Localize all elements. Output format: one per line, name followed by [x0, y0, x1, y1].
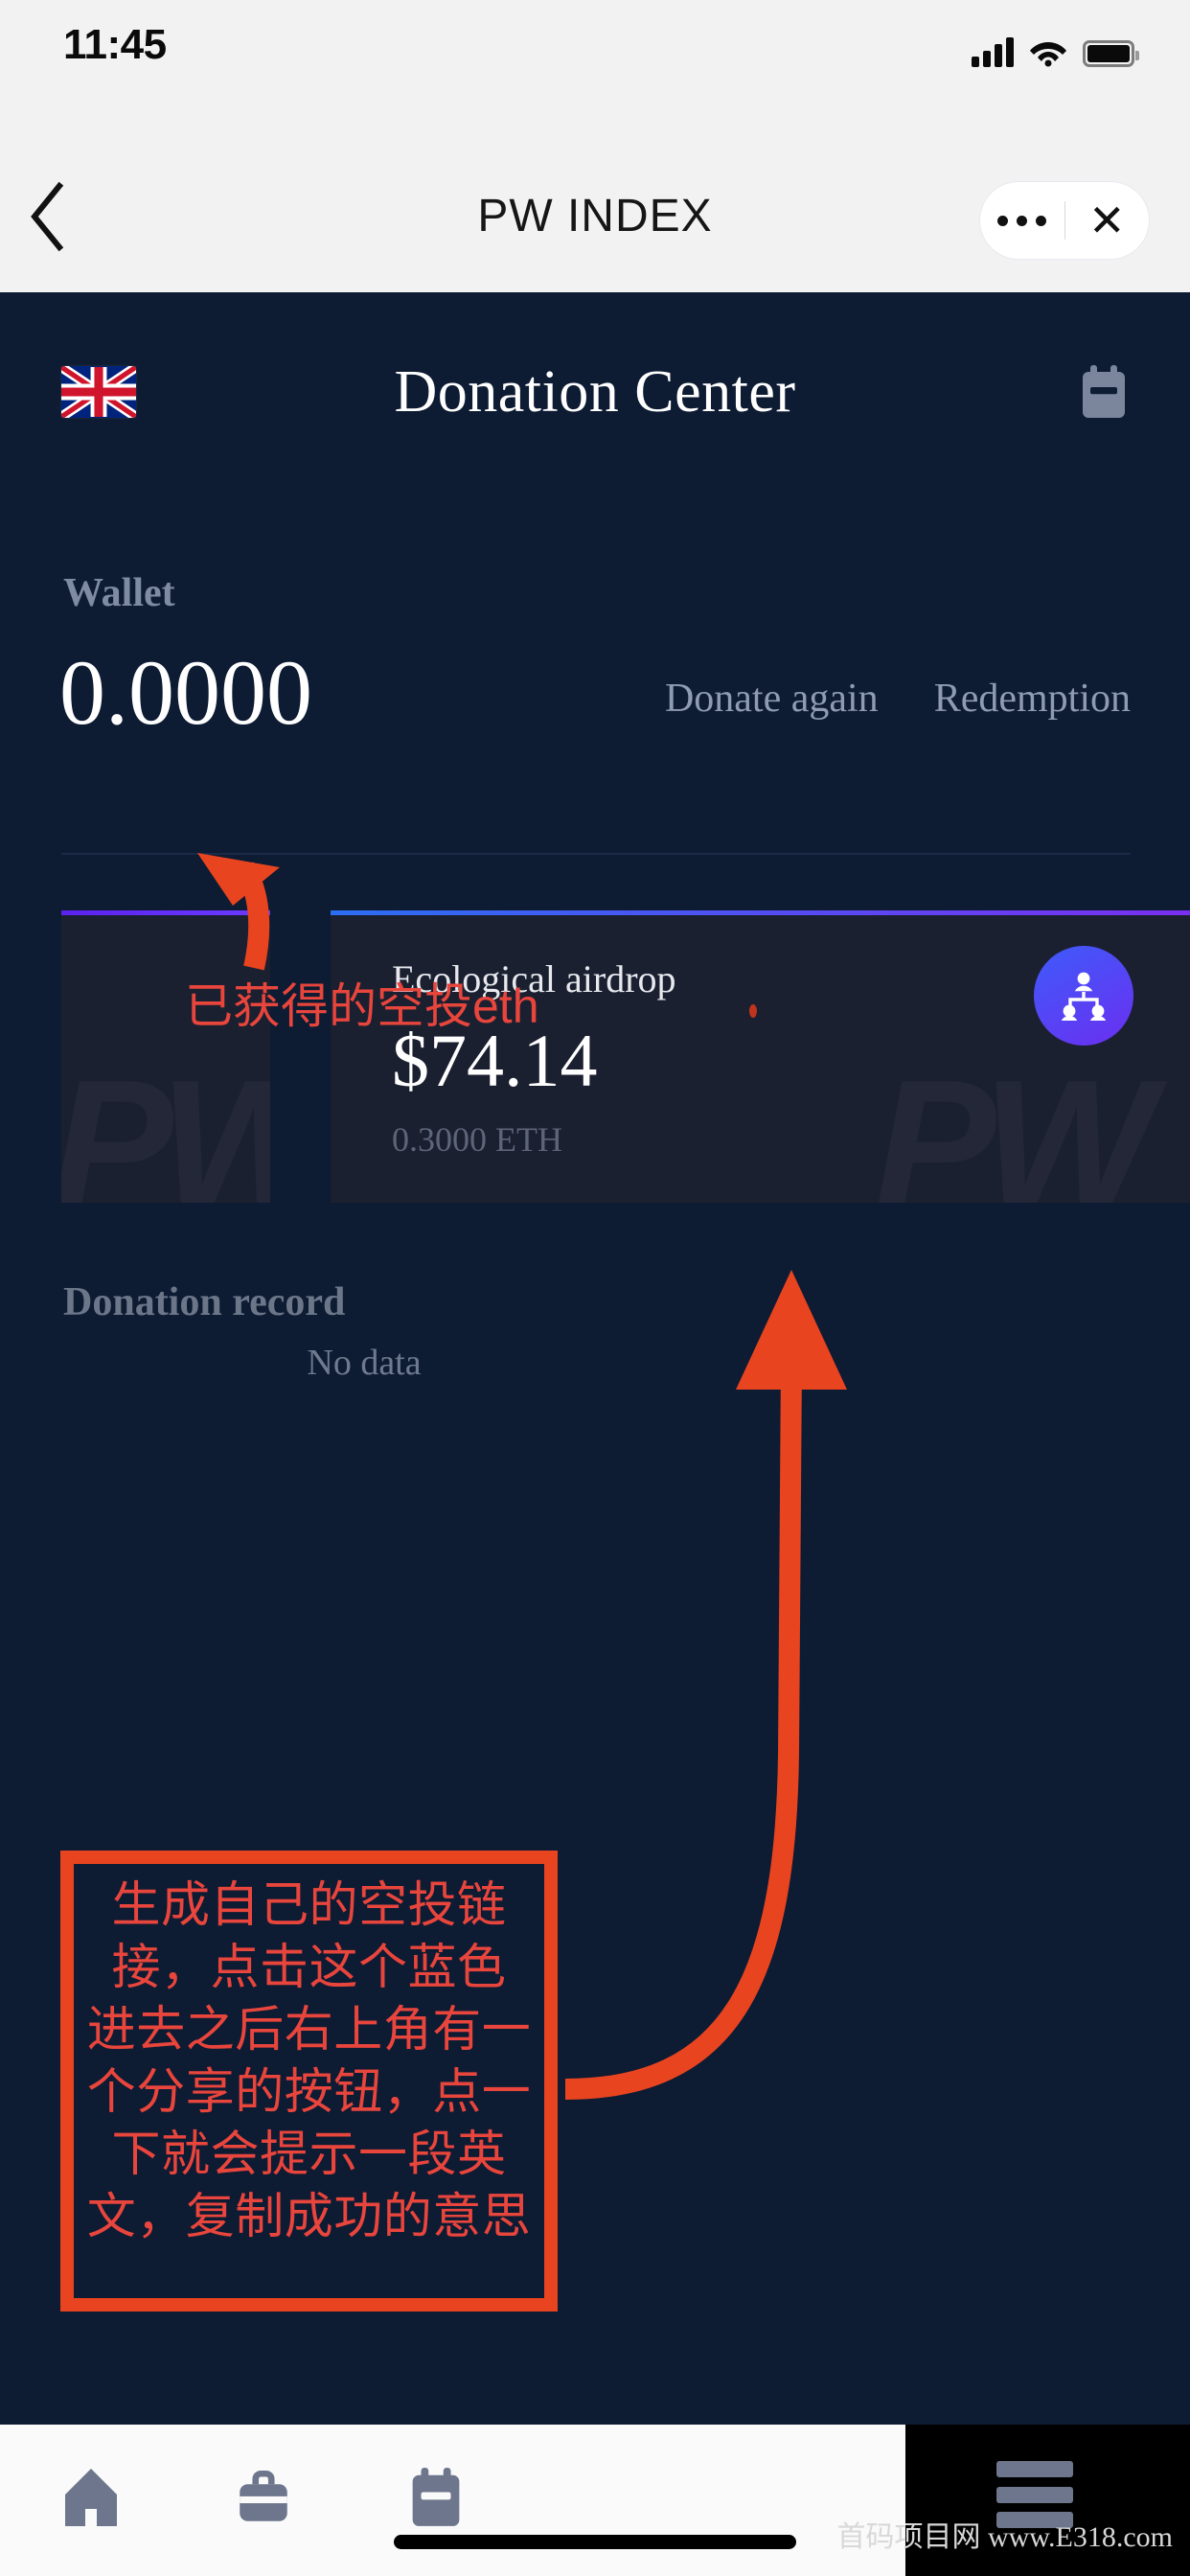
navigation-bar: PW INDEX ✕ — [0, 96, 1190, 292]
divider — [61, 853, 1131, 855]
site-watermark: 首码项目网 www.E318.com — [836, 2521, 1173, 2553]
tab-briefcase[interactable] — [206, 2465, 321, 2534]
wallet-actions: Donate again Redemption — [665, 676, 1131, 722]
redemption-button[interactable]: Redemption — [934, 676, 1131, 722]
card-ecological-airdrop[interactable]: PW Ecological airdrop $74.14 0.3000 ETH — [331, 910, 1190, 1203]
tab-home[interactable] — [34, 2465, 149, 2534]
more-options-icon[interactable] — [980, 215, 1064, 226]
wallet-amount: 0.0000 — [59, 641, 312, 744]
empty-state-text: No data — [307, 1343, 422, 1383]
app-title: Donation Center — [394, 359, 796, 425]
mini-program-capsule: ✕ — [979, 181, 1150, 260]
app-content: Donation Center Wallet 0.0000 Donate aga… — [0, 292, 1190, 2425]
cellular-signal-icon — [972, 36, 1014, 67]
donation-record-label: Donation record — [63, 1280, 346, 1324]
battery-full-icon — [1083, 40, 1139, 67]
app-header: Donation Center — [0, 345, 1190, 450]
share-network-icon[interactable] — [1034, 946, 1133, 1046]
status-bar-clock: 11:45 — [63, 21, 167, 68]
briefcase-icon — [232, 2466, 295, 2534]
status-bar-icons — [972, 27, 1139, 67]
wallet-icon[interactable] — [1077, 364, 1131, 420]
cards-row: PW PW Ecological airdrop $74.14 0.3000 E… — [0, 910, 1190, 1217]
close-icon[interactable]: ✕ — [1065, 198, 1150, 242]
pw-watermark: PW — [875, 1053, 1141, 1203]
home-icon — [57, 2463, 126, 2537]
card-partial-left[interactable]: PW — [61, 910, 270, 1203]
pw-watermark: PW — [61, 1053, 270, 1203]
card-title: Ecological airdrop — [392, 957, 676, 1000]
card-accent-bar — [61, 910, 270, 915]
wallet-icon — [406, 2466, 466, 2534]
card-accent-bar — [331, 910, 1190, 915]
card-value-eth: 0.3000 ETH — [392, 1120, 562, 1159]
phone-screen: 11:45 PW INDEX ✕ Donation Center Wallet … — [0, 0, 1190, 2576]
status-bar: 11:45 — [0, 0, 1190, 96]
home-indicator — [394, 2535, 796, 2549]
donate-again-button[interactable]: Donate again — [665, 676, 879, 722]
wifi-icon — [1029, 38, 1067, 67]
notification-dot — [749, 1004, 757, 1018]
tab-wallet[interactable] — [378, 2465, 493, 2534]
card-value-usd: $74.14 — [392, 1019, 598, 1102]
wallet-label: Wallet — [63, 571, 175, 615]
